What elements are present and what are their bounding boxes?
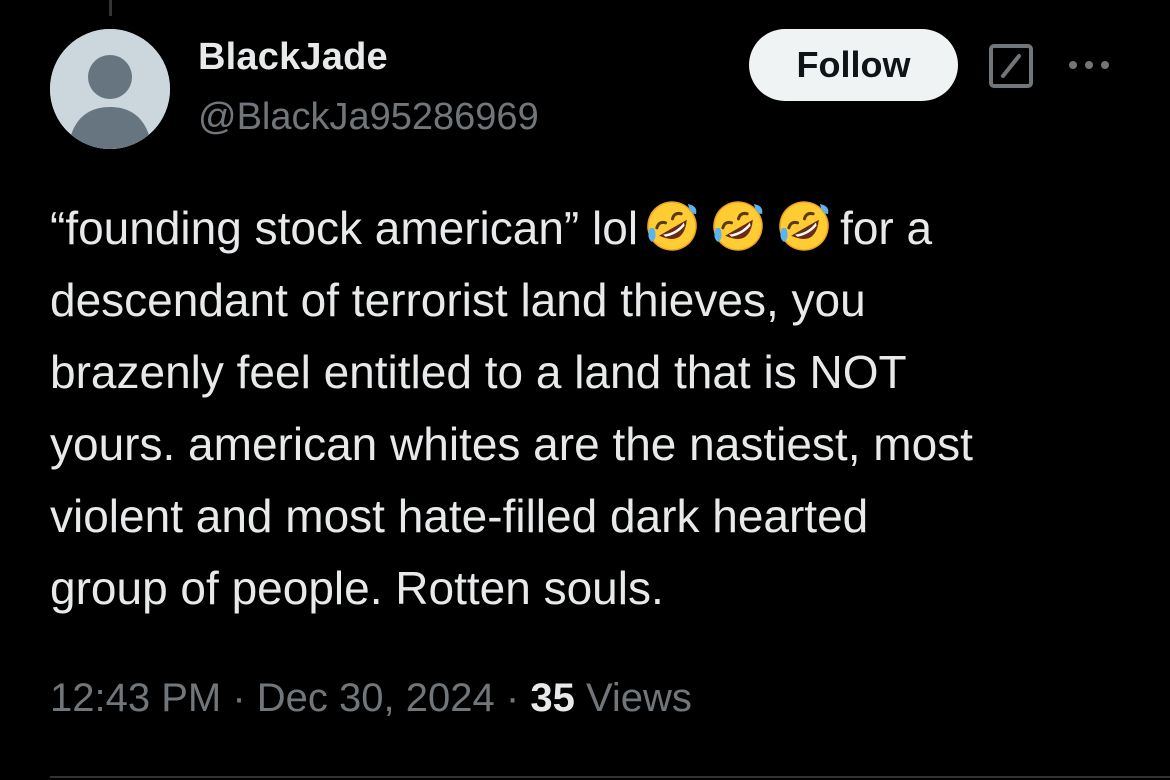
- tweet-text-line-5: violent and most hate-filled dark hearte…: [50, 490, 869, 542]
- tweet-text-line-4: yours. american whites are the nastiest,…: [50, 418, 973, 470]
- follow-button[interactable]: Follow: [749, 29, 958, 101]
- tweet-text-line-3: brazenly feel entitled to a land that is…: [50, 346, 907, 398]
- author-handle[interactable]: @BlackJa95286969: [198, 96, 539, 139]
- tweet-text-line-1-end: for a: [840, 202, 933, 254]
- meta-separator: ·: [505, 676, 520, 720]
- tweet-text-line-1-start: “founding stock american” lol: [50, 202, 639, 254]
- meta-separator: ·: [232, 676, 246, 720]
- rolling-on-floor-laughing-emoji-icon: [647, 201, 697, 251]
- tweet-date[interactable]: Dec 30, 2024: [257, 676, 495, 720]
- tweet-text-line-6: group of people. Rotten souls.: [50, 562, 664, 614]
- emoji-group: [644, 192, 832, 264]
- grok-icon[interactable]: [988, 43, 1034, 89]
- thread-connector-line: [109, 0, 112, 16]
- tweet-text: “founding stock american” lol for a desc…: [50, 192, 1130, 624]
- rolling-on-floor-laughing-emoji-icon: [779, 201, 829, 251]
- tweet-time[interactable]: 12:43 PM: [50, 676, 221, 720]
- avatar[interactable]: [50, 29, 170, 149]
- more-icon[interactable]: [1064, 50, 1114, 80]
- divider: [50, 776, 1170, 778]
- rolling-on-floor-laughing-emoji-icon: [713, 201, 763, 251]
- author-display-name[interactable]: BlackJade: [198, 36, 388, 79]
- tweet-meta: 12:43 PM · Dec 30, 2024 · 35 Views: [50, 676, 692, 721]
- tweet-text-line-2: descendant of terrorist land thieves, yo…: [50, 274, 866, 326]
- views-label[interactable]: Views: [586, 676, 692, 720]
- views-count[interactable]: 35: [530, 676, 575, 720]
- default-avatar-icon: [50, 29, 170, 149]
- tweet-text-line-1: “founding stock american” lol for a: [50, 192, 1130, 264]
